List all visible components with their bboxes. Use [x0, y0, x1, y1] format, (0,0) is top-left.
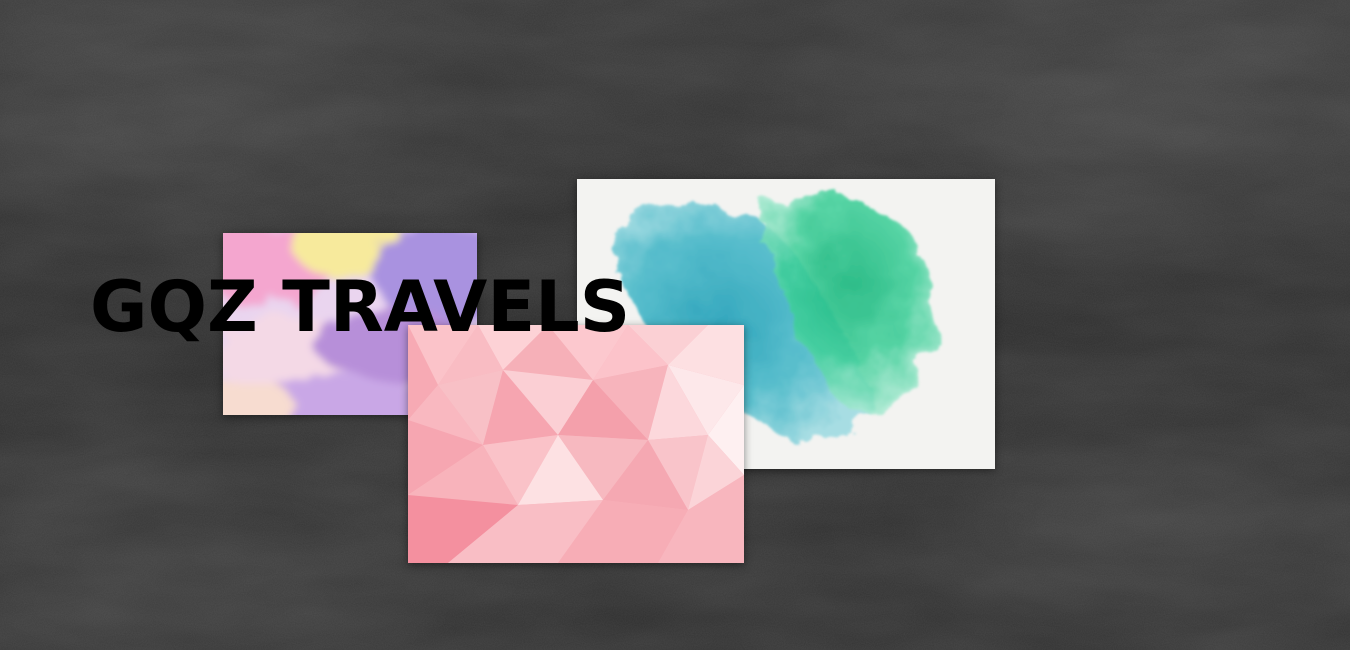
chalkboard-background: GQZ TRAVELS	[0, 0, 1350, 650]
brand-title: GQZ TRAVELS	[90, 266, 631, 348]
low-poly-pink-image	[408, 325, 744, 563]
